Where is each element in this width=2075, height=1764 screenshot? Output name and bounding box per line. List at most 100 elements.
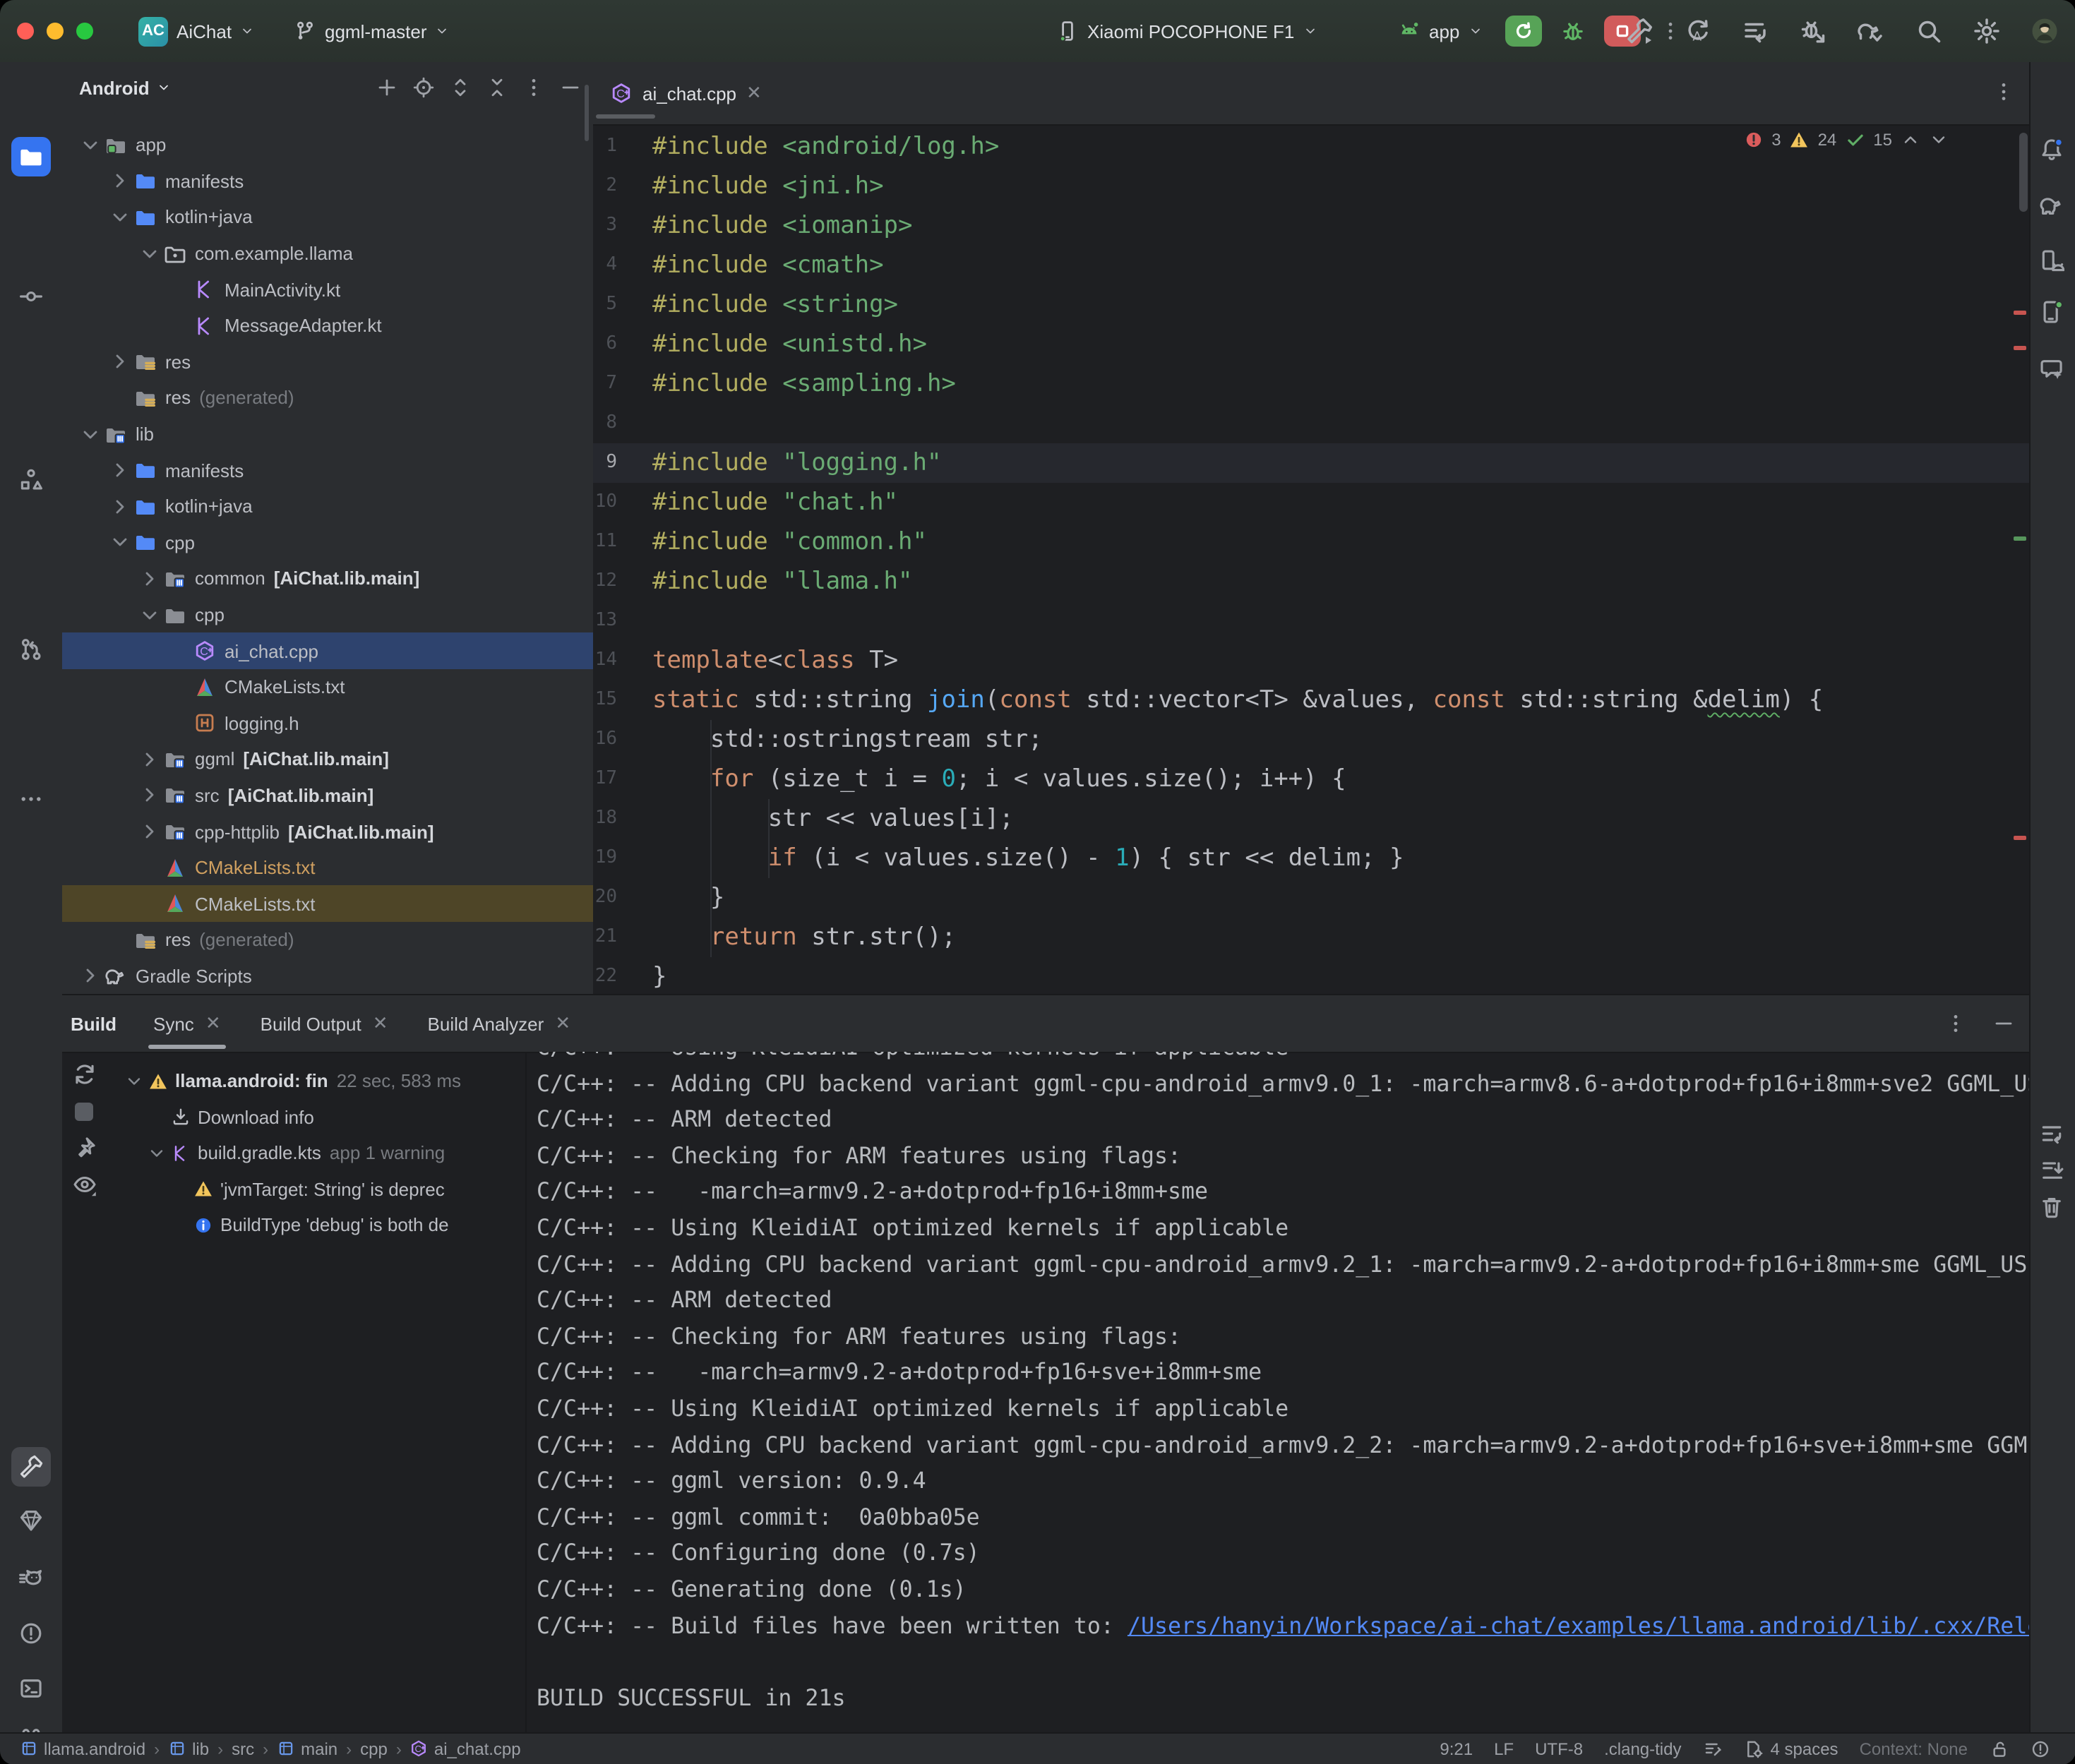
build-tree-item[interactable]: Download info	[106, 1099, 525, 1135]
vcs-stripe-mark[interactable]	[2014, 536, 2026, 541]
breadcrumb-item[interactable]: src	[232, 1739, 254, 1759]
console-scroll-to-end-button[interactable]	[2033, 1152, 2070, 1189]
stripe-quality-insights-button[interactable]	[11, 1501, 51, 1540]
tree-item-cpp[interactable]: cpp	[62, 596, 593, 632]
tree-item-kotlin-java[interactable]: kotlin+java	[62, 199, 593, 235]
editor-scrollbar[interactable]	[2019, 133, 2028, 212]
close-tab-icon[interactable]: ✕	[205, 1012, 221, 1035]
toolbar-settings-icon[interactable]	[1972, 17, 2000, 45]
toolbar-make-run-icon[interactable]	[1625, 17, 1653, 45]
stop-sync-icon[interactable]	[75, 1102, 93, 1120]
tree-item-res[interactable]: res(generated)	[62, 380, 593, 416]
view-options-icon[interactable]	[71, 1172, 97, 1197]
console-clear-all-button[interactable]	[2033, 1189, 2070, 1225]
add-icon[interactable]	[376, 76, 398, 99]
close-tab-icon[interactable]: ✕	[746, 82, 762, 104]
breadcrumb-item[interactable]: lib	[168, 1739, 209, 1759]
device-selector[interactable]: Xiaomi POCOPHONE F1	[1056, 0, 1317, 62]
stripe-more-button[interactable]	[11, 779, 51, 819]
close-window-button[interactable]	[17, 23, 34, 40]
inspections-widget[interactable]: 3 24 15	[1743, 130, 1949, 150]
tree-item-mainactivity-kt[interactable]: MainActivity.kt	[62, 272, 593, 308]
tree-item-cpp-httplib[interactable]: cpp-httplib[AiChat.lib.main]	[62, 814, 593, 850]
re-sync-icon[interactable]	[71, 1062, 97, 1087]
toolbar-profile-icon[interactable]	[2030, 17, 2058, 45]
tree-item-manifests[interactable]: manifests	[62, 452, 593, 488]
status-item-lf[interactable]: LF	[1494, 1739, 1514, 1759]
tree-item-common[interactable]: common[AiChat.lib.main]	[62, 560, 593, 596]
project-scrollbar[interactable]	[585, 85, 589, 141]
tree-item-ggml[interactable]: ggml[AiChat.lib.main]	[62, 741, 593, 777]
status-item-9-21[interactable]: 9:21	[1440, 1739, 1473, 1759]
status-item--clang-tidy[interactable]: .clang-tidy	[1604, 1739, 1681, 1759]
stripe-running-devices-button[interactable]	[2033, 294, 2070, 330]
tree-item-manifests[interactable]: manifests	[62, 163, 593, 199]
tree-item-com-example-llama[interactable]: com.example.llama	[62, 236, 593, 272]
status-item-context-none[interactable]: Context: None	[1860, 1739, 1968, 1759]
breadcrumb-item[interactable]: main	[277, 1739, 337, 1759]
build-tab-build-analyzer[interactable]: Build Analyzer✕	[428, 995, 571, 1052]
pin-icon[interactable]	[71, 1135, 97, 1160]
build-tree-item[interactable]: build.gradle.ktsapp 1 warning	[106, 1135, 525, 1171]
editor-area[interactable]: C ai_chat.cpp ✕ 1#include <android/log.h…	[593, 62, 2029, 994]
build-tree-item[interactable]: 'jvmTarget: String' is deprec	[106, 1171, 525, 1207]
rerun-button[interactable]	[1505, 16, 1542, 47]
stripe-terminal-button[interactable]	[11, 1669, 51, 1708]
stripe-logcat-button[interactable]	[11, 1560, 51, 1600]
error-stripe-mark[interactable]	[2014, 836, 2026, 840]
tree-item-messageadapter-kt[interactable]: MessageAdapter.kt	[62, 308, 593, 344]
stripe-pull-requests-button[interactable]	[11, 630, 51, 669]
stripe-gradle-button[interactable]	[2033, 186, 2070, 223]
status-item-utf-8[interactable]: UTF-8	[1535, 1739, 1583, 1759]
tree-item-cmakelists-txt[interactable]: CMakeLists.txt	[62, 886, 593, 922]
breadcrumb-item[interactable]: cpp	[360, 1739, 388, 1759]
stripe-build-button[interactable]	[11, 1447, 51, 1487]
error-stripe-mark[interactable]	[2014, 346, 2026, 350]
stripe-structure-button[interactable]	[11, 460, 51, 500]
tree-item-cmakelists-txt[interactable]: CMakeLists.txt	[62, 850, 593, 886]
console-soft-wrap-button[interactable]	[2033, 1115, 2070, 1152]
maximize-window-button[interactable]	[76, 23, 93, 40]
breadcrumb-item[interactable]: Cai_chat.cpp	[410, 1739, 521, 1759]
project-view-selector[interactable]: Android	[79, 77, 171, 98]
toolbar-sync-gradle-icon[interactable]	[1856, 17, 1884, 45]
collapse-all-icon[interactable]	[486, 76, 508, 99]
tree-item-src[interactable]: src[AiChat.lib.main]	[62, 777, 593, 813]
tree-item-cmakelists-txt[interactable]: CMakeLists.txt	[62, 669, 593, 705]
tree-item-logging-h[interactable]: logging.h	[62, 705, 593, 741]
previous-problem-icon[interactable]	[1901, 130, 1920, 150]
stripe-commit-button[interactable]	[11, 277, 51, 316]
tree-item-kot-lin-java[interactable]: kot​lin+java	[62, 488, 593, 524]
status-item[interactable]	[1703, 1739, 1723, 1759]
stripe-gemini-button[interactable]	[2033, 350, 2070, 387]
tree-item-lib[interactable]: lib	[62, 416, 593, 452]
run-configuration-selector[interactable]: app	[1398, 0, 1482, 62]
editor-options-icon[interactable]	[1992, 80, 2015, 103]
build-tab-sync[interactable]: Sync✕	[153, 995, 221, 1052]
stripe-problems-button[interactable]	[11, 1614, 51, 1653]
project-widget[interactable]: AC AiChat	[138, 0, 254, 62]
status-item[interactable]	[1989, 1739, 2009, 1759]
locate-file-icon[interactable]	[412, 76, 435, 99]
breadcrumb-item[interactable]: llama.android	[20, 1739, 145, 1759]
debug-button[interactable]	[1560, 18, 1586, 44]
code-editor[interactable]: 1#include <android/log.h>2#include <jni.…	[593, 124, 2029, 994]
build-tab-build-output[interactable]: Build Output✕	[261, 995, 388, 1052]
tree-item-res[interactable]: res	[62, 344, 593, 380]
status-item-4-spaces[interactable]: 4 spaces	[1744, 1739, 1838, 1759]
toolbar-task-list-icon[interactable]	[1740, 17, 1769, 45]
close-tab-icon[interactable]: ✕	[373, 1012, 388, 1035]
toolbar-search-icon[interactable]	[1914, 17, 1942, 45]
stripe-project-button[interactable]	[11, 137, 51, 176]
stripe-device-manager-button[interactable]	[2033, 243, 2070, 280]
build-options-icon[interactable]	[1944, 1012, 1967, 1035]
status-item[interactable]	[2030, 1739, 2050, 1759]
tree-item-gradle-scripts[interactable]: Gradle Scripts	[62, 958, 593, 994]
minimize-window-button[interactable]	[47, 23, 64, 40]
expand-all-icon[interactable]	[449, 76, 472, 99]
hide-build-panel-icon[interactable]	[1992, 1012, 2015, 1035]
console-link[interactable]: /Users/hanyin/Workspace/ai-chat/examples…	[1128, 1612, 2029, 1638]
next-problem-icon[interactable]	[1929, 130, 1949, 150]
vcs-branch-widget[interactable]: ggml-master	[294, 0, 450, 62]
error-stripe-mark[interactable]	[2014, 311, 2026, 315]
